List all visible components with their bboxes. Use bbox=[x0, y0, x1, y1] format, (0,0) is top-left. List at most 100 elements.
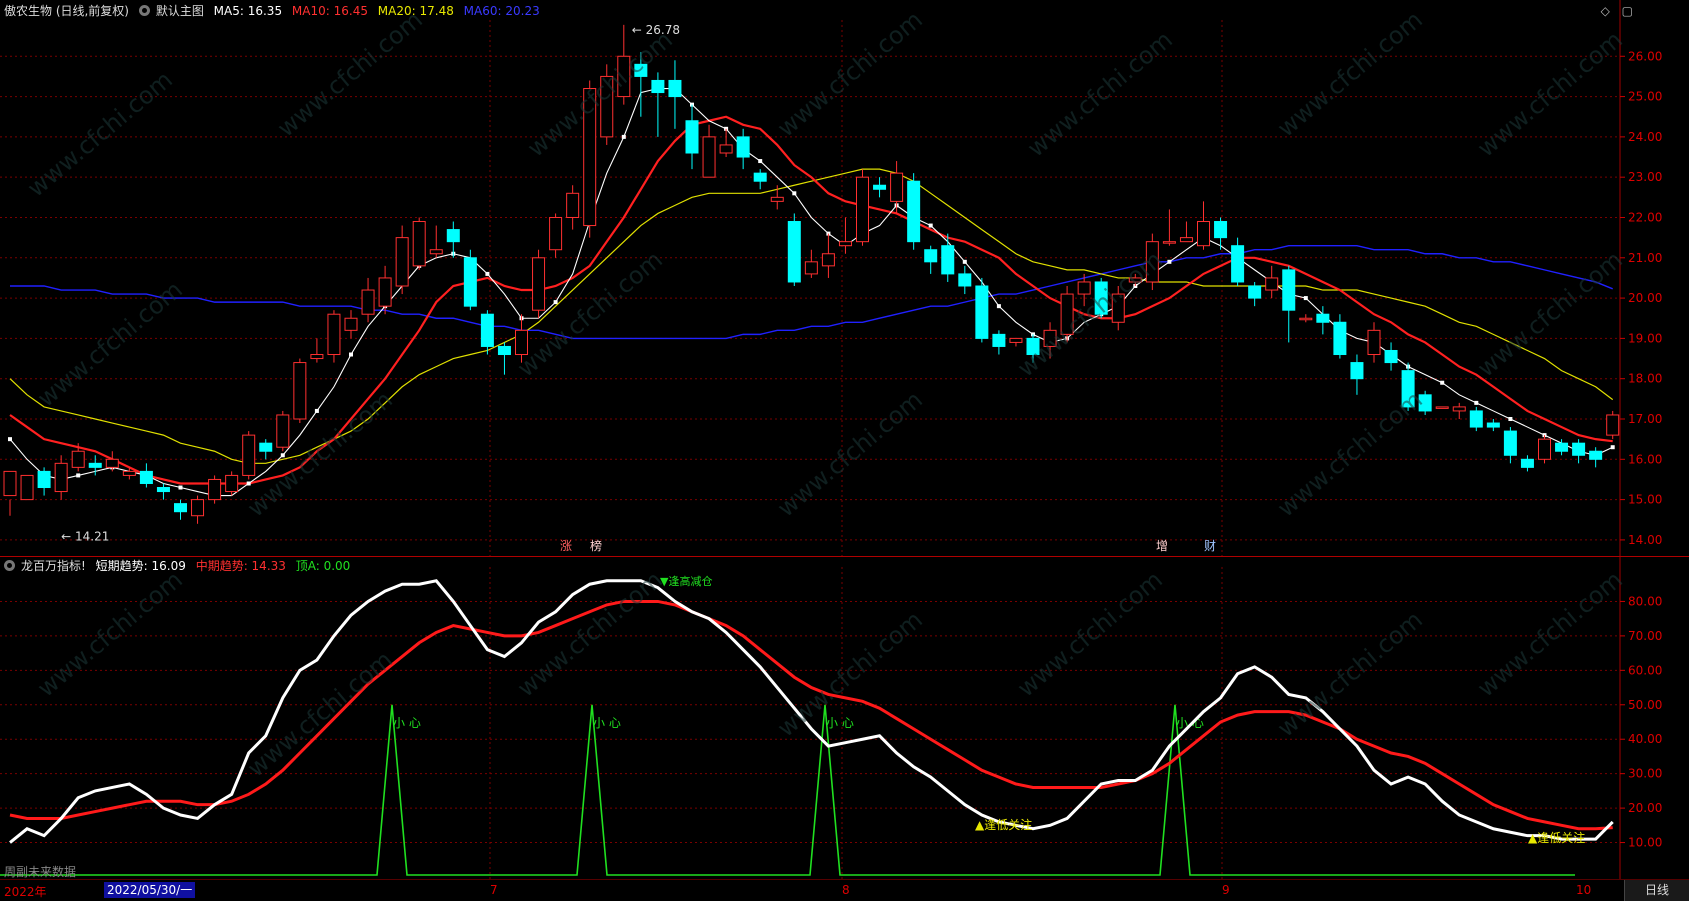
candle-down bbox=[1503, 430, 1517, 456]
y-tick-label: 40.00 bbox=[1628, 732, 1662, 746]
y-tick-label: 19.00 bbox=[1628, 331, 1662, 345]
candle-up bbox=[122, 470, 136, 476]
candle-up bbox=[566, 192, 580, 218]
candle-up bbox=[1162, 241, 1176, 244]
y-tick-label: 22.00 bbox=[1628, 210, 1662, 224]
candle-down bbox=[1589, 450, 1603, 460]
ma5-marker bbox=[349, 352, 353, 357]
candle-up bbox=[20, 474, 34, 501]
indicator-panel[interactable]: 龙百万指标! 短期趋势: 16.09 中期趋势: 14.33 顶A: 0.00 … bbox=[0, 557, 1689, 880]
ma5-marker bbox=[758, 159, 763, 164]
candle-up bbox=[890, 172, 904, 202]
future-data-note: 周副未来数据 bbox=[4, 865, 77, 879]
caution-label: 小 心 bbox=[393, 716, 421, 730]
candle-down bbox=[1248, 285, 1262, 299]
candle-down bbox=[651, 79, 665, 94]
y-tick-label: 70.00 bbox=[1628, 629, 1662, 643]
candle-down bbox=[1333, 321, 1347, 356]
candle-down bbox=[1214, 221, 1228, 239]
candle-up bbox=[1606, 414, 1620, 436]
y-tick-label: 21.00 bbox=[1628, 251, 1662, 265]
candle-up bbox=[856, 176, 869, 243]
candle-down bbox=[1486, 422, 1500, 428]
ma5-marker bbox=[1610, 445, 1615, 450]
candle-up bbox=[361, 289, 375, 315]
ma5-marker bbox=[485, 271, 490, 276]
candle-up bbox=[1367, 329, 1381, 356]
candle-up bbox=[395, 237, 409, 287]
candle-up bbox=[429, 249, 443, 255]
candle-up bbox=[1299, 317, 1313, 321]
event-tag: 涨 bbox=[560, 538, 572, 553]
event-tag: 财 bbox=[1204, 539, 1216, 553]
month-label: 9 bbox=[1222, 883, 1230, 897]
candle-up bbox=[105, 458, 119, 468]
y-tick-label: 30.00 bbox=[1628, 767, 1662, 781]
candle-up bbox=[310, 354, 324, 360]
y-tick-label: 23.00 bbox=[1628, 170, 1662, 184]
candle-up bbox=[71, 450, 85, 468]
candle-down bbox=[1316, 313, 1330, 323]
candle-down bbox=[139, 470, 153, 484]
y-tick-label: 25.00 bbox=[1628, 90, 1662, 104]
candle-down bbox=[480, 313, 494, 347]
candle-down bbox=[958, 273, 972, 287]
follow-label: ▲逢低关注 bbox=[975, 817, 1032, 832]
candle-up bbox=[412, 221, 426, 267]
ma5-marker bbox=[1167, 259, 1172, 264]
candle-down bbox=[736, 136, 750, 158]
month-label: 7 bbox=[490, 883, 498, 897]
year-label: 2022年 bbox=[4, 885, 47, 899]
indicator-chart[interactable]: 80.00 70.00 60.00 50.00 40.00 30.00 20.00 10.00… bbox=[0, 557, 1689, 879]
ma5-marker bbox=[314, 408, 319, 413]
candle-up bbox=[1435, 406, 1449, 409]
candle-up bbox=[225, 474, 239, 493]
low-price-label: ← 14.21 bbox=[61, 529, 109, 543]
y-tick-label: 50.00 bbox=[1628, 698, 1662, 712]
candle-down bbox=[88, 462, 102, 468]
candle-down bbox=[37, 470, 51, 489]
candle-up bbox=[208, 478, 222, 501]
y-tick-label: 10.00 bbox=[1628, 836, 1662, 850]
ma5-marker bbox=[1474, 400, 1479, 405]
y-tick-label: 14.00 bbox=[1628, 533, 1662, 547]
period-daily-button[interactable]: 日线 bbox=[1624, 880, 1689, 901]
candle-down bbox=[941, 245, 955, 275]
candle-down bbox=[1384, 349, 1398, 364]
y-tick-label: 20.00 bbox=[1628, 801, 1662, 815]
candle-down bbox=[668, 79, 682, 98]
candle-down bbox=[685, 120, 699, 154]
event-tag: 增 bbox=[1156, 539, 1168, 553]
y-tick-label: 15.00 bbox=[1628, 493, 1662, 507]
candle-up bbox=[821, 253, 835, 267]
candle-up bbox=[1009, 337, 1023, 343]
candle-up bbox=[719, 144, 733, 154]
candle-down bbox=[787, 221, 801, 283]
ma5-marker bbox=[553, 300, 558, 305]
candle-up bbox=[54, 462, 68, 493]
ma5-marker bbox=[962, 259, 967, 264]
candle-up bbox=[242, 434, 256, 476]
candle-down bbox=[975, 285, 989, 339]
candle-up bbox=[378, 277, 392, 307]
candle-down bbox=[463, 257, 477, 307]
y-tick-label: 80.00 bbox=[1628, 594, 1662, 608]
candle-up bbox=[3, 470, 17, 497]
caution-label: 小 心 bbox=[1176, 716, 1204, 730]
ma5-marker bbox=[1440, 380, 1445, 385]
ma5-marker bbox=[996, 304, 1001, 309]
candle-down bbox=[1520, 458, 1534, 468]
y-tick-label: 16.00 bbox=[1628, 452, 1662, 466]
date-cursor-label: 2022/05/30/一 bbox=[104, 882, 196, 898]
candle-down bbox=[1282, 269, 1296, 311]
ma5-marker bbox=[621, 134, 626, 139]
candle-up bbox=[702, 136, 716, 178]
candle-down bbox=[924, 249, 938, 263]
candle-up bbox=[549, 216, 563, 251]
ma5-marker bbox=[178, 485, 183, 490]
ma5-marker bbox=[246, 481, 251, 486]
time-axis: 2022年 2022/05/30/一 7 8 9 10 日线 bbox=[0, 879, 1689, 901]
candle-down bbox=[1572, 442, 1586, 456]
candle-up bbox=[1077, 281, 1091, 295]
candle-up bbox=[1197, 221, 1210, 247]
